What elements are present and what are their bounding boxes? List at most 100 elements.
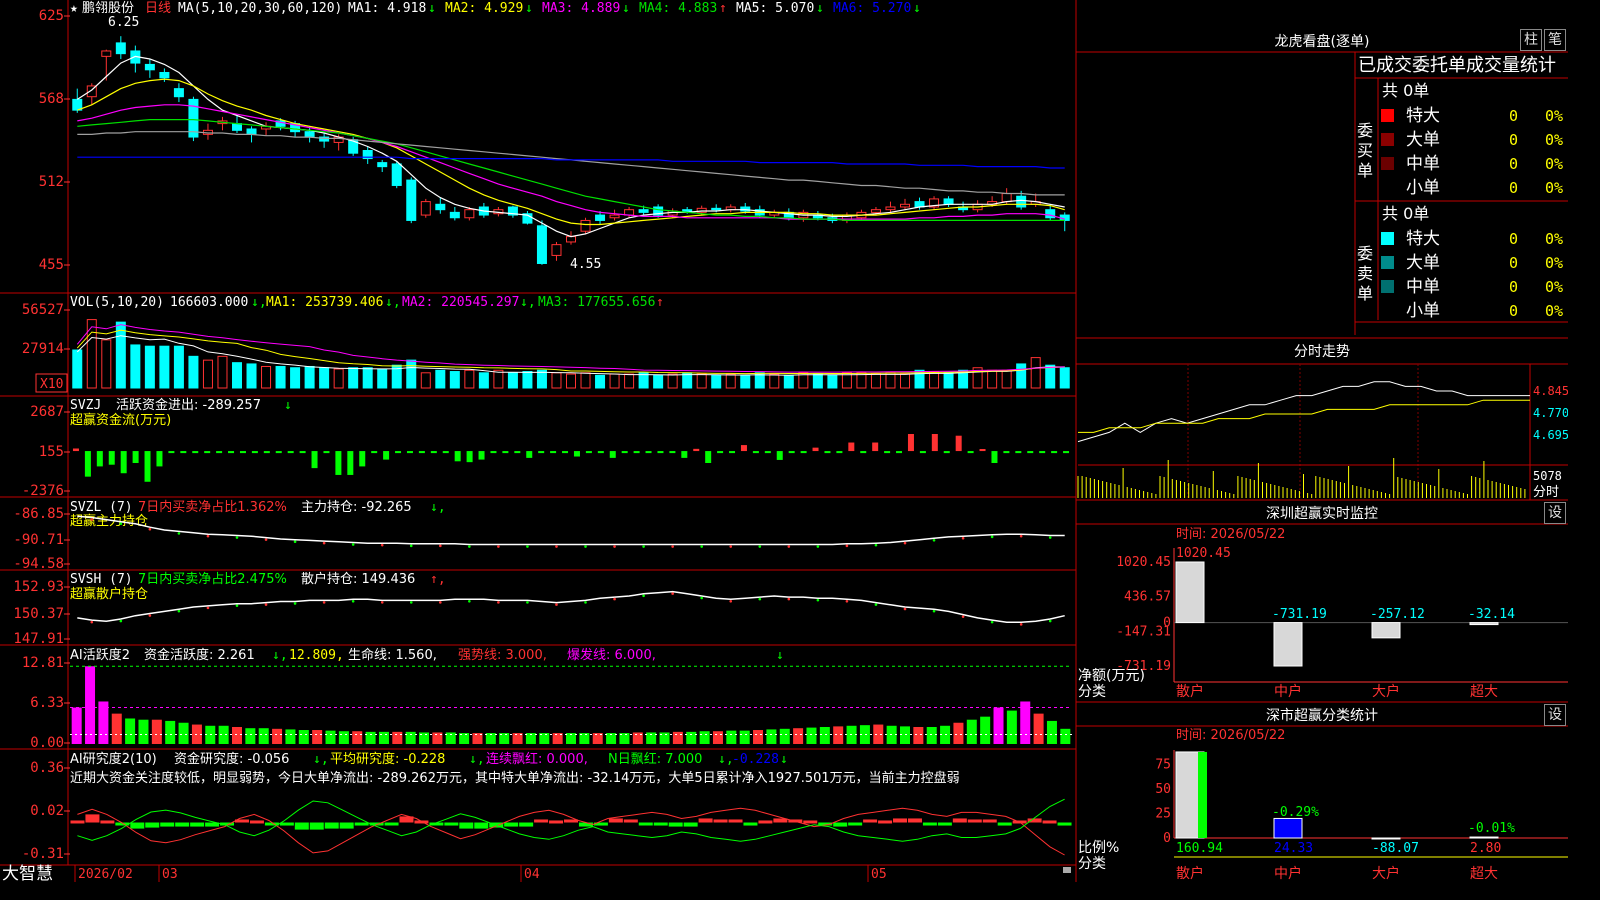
- ai-research-bar: [549, 820, 564, 824]
- order-count: 0: [1509, 254, 1518, 272]
- market-chart-canvas[interactable]: ★ 鹏翎股份 日线 MA(5,10,20,30,60,120) MA1: 4.9…: [0, 0, 1568, 882]
- sz-monitor-title: 深圳超赢实时监控: [1266, 505, 1378, 522]
- ma-value-2: MA2: 4.929: [445, 1, 523, 16]
- ma-arrow: ↓: [622, 1, 630, 16]
- svsh-dot: [264, 603, 268, 606]
- svzj-bar: [955, 435, 962, 452]
- order-color-swatch: [1381, 232, 1394, 245]
- svzj-bar: [1027, 451, 1034, 454]
- sz-monitor-bar-label: -257.12: [1370, 607, 1425, 622]
- svsh-dot: [903, 607, 907, 611]
- stock-name[interactable]: 鹏翎股份: [82, 1, 134, 16]
- ai-research-bar: [70, 820, 85, 824]
- sz-monitor-tick: 1020.45: [1116, 555, 1171, 570]
- volume-bar: [812, 373, 823, 389]
- sz-monitor-settings-button[interactable]: 设: [1544, 502, 1566, 524]
- bar-mode-button[interactable]: 柱: [1520, 29, 1542, 51]
- svsh-dot: [1019, 623, 1023, 626]
- svzj-axis-tick: 155: [39, 444, 64, 460]
- order-color-swatch: [1381, 133, 1394, 146]
- price-axis-tick: 455: [39, 257, 64, 273]
- sz-class-value-label: 160.94: [1176, 841, 1223, 856]
- vol-unit-label: X10: [40, 377, 63, 392]
- svzl-ratio: 7日内买卖净占比1.362%: [138, 499, 287, 515]
- price-axis-tick: 568: [39, 91, 64, 107]
- ai-research-bar: [743, 822, 758, 826]
- svsh-axis-tick: 147.91: [13, 631, 64, 647]
- volume-bar: [783, 374, 794, 389]
- ai-research-bar: [608, 818, 623, 823]
- svsh-dot: [787, 597, 791, 601]
- svzj-bar: [156, 451, 163, 467]
- ai-active-bar: [178, 722, 189, 744]
- ai-research-bar: [145, 822, 160, 828]
- ma-value-4: MA4: 4.883: [639, 1, 717, 16]
- ai-red2: N日飘红: 7.000: [608, 751, 702, 767]
- ai-active-value: 资金活跃度: 2.261: [144, 647, 255, 663]
- volume-bar: [870, 373, 881, 389]
- order-count: 0: [1509, 278, 1518, 296]
- volume-bar: [130, 344, 141, 389]
- ai-research-bar: [309, 822, 324, 830]
- ai-research-bar: [339, 822, 354, 829]
- tick-mode-button[interactable]: 笔: [1544, 29, 1566, 51]
- ai-active-bar: [111, 713, 122, 744]
- candle-body: [565, 236, 577, 243]
- ai-research-bar: [130, 822, 145, 829]
- order-color-swatch: [1381, 280, 1394, 293]
- svsh-arrow: ↑,: [430, 572, 446, 587]
- svzj-bar: [943, 451, 950, 454]
- svzj-bar: [907, 434, 914, 452]
- svzl-dot: [351, 543, 355, 546]
- svzj-bar: [681, 451, 688, 458]
- svsh-dot: [555, 603, 558, 606]
- star-icon[interactable]: ★: [70, 1, 78, 16]
- ai-research-bar: [534, 819, 549, 823]
- ai-research-bar: [85, 814, 100, 823]
- ai-active-bar: [913, 726, 924, 744]
- order-type: 中单: [1406, 154, 1440, 174]
- svzj-bar: [562, 451, 569, 454]
- svsh-axis: 152.93 150.37 147.91: [13, 579, 70, 647]
- svsh-dot: [526, 601, 529, 604]
- svzl-dot: [235, 536, 239, 539]
- order-color-swatch: [1381, 256, 1394, 269]
- brand-label[interactable]: 大智慧: [2, 864, 53, 882]
- order-count: 0: [1509, 302, 1518, 320]
- sz-class-tick: 50: [1155, 782, 1171, 797]
- svsh-dot: [380, 601, 384, 604]
- sz-monitor-bar: [1469, 622, 1499, 626]
- svzl-axis-tick: -86.85: [13, 506, 64, 522]
- period-label[interactable]: 日线: [145, 1, 171, 16]
- svzj-bar: [800, 451, 807, 454]
- ai-research-bar: [997, 822, 1012, 826]
- svzj-bar: [896, 451, 903, 454]
- sz-class-settings-button[interactable]: 设: [1544, 704, 1566, 726]
- candle-body: [595, 214, 606, 221]
- volume-bar: [217, 355, 228, 389]
- price-header: ★ 鹏翎股份 日线 MA(5,10,20,30,60,120): [70, 1, 342, 16]
- ai-research-bar: [922, 822, 937, 826]
- ai-active-bar: [993, 707, 1004, 744]
- svsh-ratio: 7日内买卖净占比2.475%: [138, 571, 287, 587]
- ma-arrow: ↓: [525, 1, 533, 16]
- ai-research-bar: [982, 819, 997, 823]
- svzj-bar: [120, 451, 127, 474]
- svzj-bar: [478, 451, 485, 460]
- ai-research-bar: [893, 818, 908, 823]
- vol-arrow: ↓,: [251, 295, 267, 310]
- ai-research-axis-tick: 0.36: [30, 760, 64, 776]
- svsh-dot: [206, 606, 210, 610]
- svzj-bar: [275, 451, 282, 454]
- svzj-bar: [239, 451, 246, 454]
- ai-active-bar: [1033, 713, 1044, 744]
- candle-body: [406, 179, 417, 221]
- order-side-label: 单: [1357, 284, 1373, 303]
- volume-bar: [885, 372, 896, 389]
- lock-icon[interactable]: [1063, 867, 1071, 873]
- svzj-bar: [538, 451, 545, 454]
- svzj-bar: [72, 448, 79, 452]
- volume-bar: [362, 367, 373, 389]
- ai-active-axis-tick: 6.33: [30, 695, 64, 711]
- svzl-dot: [119, 522, 123, 525]
